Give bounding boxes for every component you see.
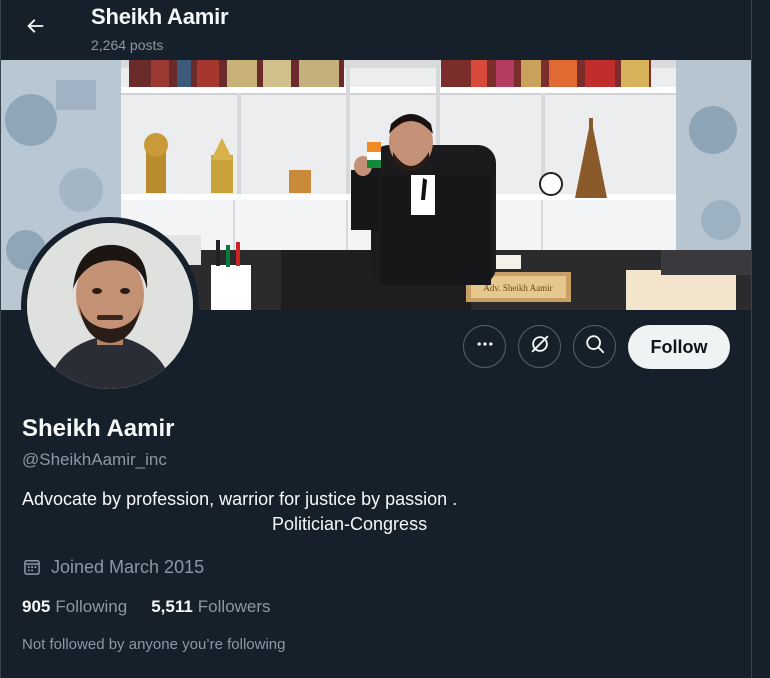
column-border-right bbox=[751, 0, 752, 678]
arrow-left-icon bbox=[24, 15, 46, 42]
search-profile-button[interactable] bbox=[573, 325, 616, 368]
following-label: Following bbox=[55, 597, 128, 616]
follow-button[interactable]: Follow bbox=[628, 325, 730, 369]
follow-stats: 905 Following 5,511 Followers bbox=[22, 597, 271, 617]
followers-link[interactable]: 5,511 Followers bbox=[151, 597, 270, 617]
nameplate-text: Adv. Sheikh Aamir bbox=[483, 283, 552, 293]
joined-date: Joined March 2015 bbox=[22, 556, 204, 578]
joined-text: Joined March 2015 bbox=[51, 556, 205, 577]
profile-page: Sheikh Aamir 2,264 posts Adv. Sheikh Aam… bbox=[0, 0, 770, 678]
not-followed-notice: Not followed by anyone you’re following bbox=[22, 636, 286, 653]
following-count: 905 bbox=[22, 597, 51, 616]
avatar-image bbox=[27, 223, 193, 389]
profile-header: Sheikh Aamir 2,264 posts bbox=[1, 0, 751, 60]
search-icon bbox=[584, 333, 606, 360]
more-icon bbox=[475, 334, 495, 359]
grok-button[interactable] bbox=[518, 325, 561, 368]
bio-line-2: Politician-Congress bbox=[272, 514, 428, 534]
followers-count: 5,511 bbox=[151, 597, 193, 616]
followers-label: Followers bbox=[197, 597, 271, 616]
calendar-icon bbox=[24, 560, 40, 575]
more-button[interactable] bbox=[463, 325, 506, 368]
avatar[interactable] bbox=[27, 223, 193, 389]
grok-icon bbox=[529, 333, 551, 360]
display-name: Sheikh Aamir bbox=[22, 415, 175, 442]
bio-line-1: Advocate by profession, warrior for just… bbox=[22, 489, 458, 509]
back-button[interactable] bbox=[16, 9, 54, 47]
posts-count: 2,264 posts bbox=[91, 37, 164, 53]
user-handle: @SheikhAamir_inc bbox=[22, 450, 167, 469]
following-link[interactable]: 905 Following bbox=[22, 597, 127, 617]
header-title: Sheikh Aamir bbox=[91, 4, 229, 29]
